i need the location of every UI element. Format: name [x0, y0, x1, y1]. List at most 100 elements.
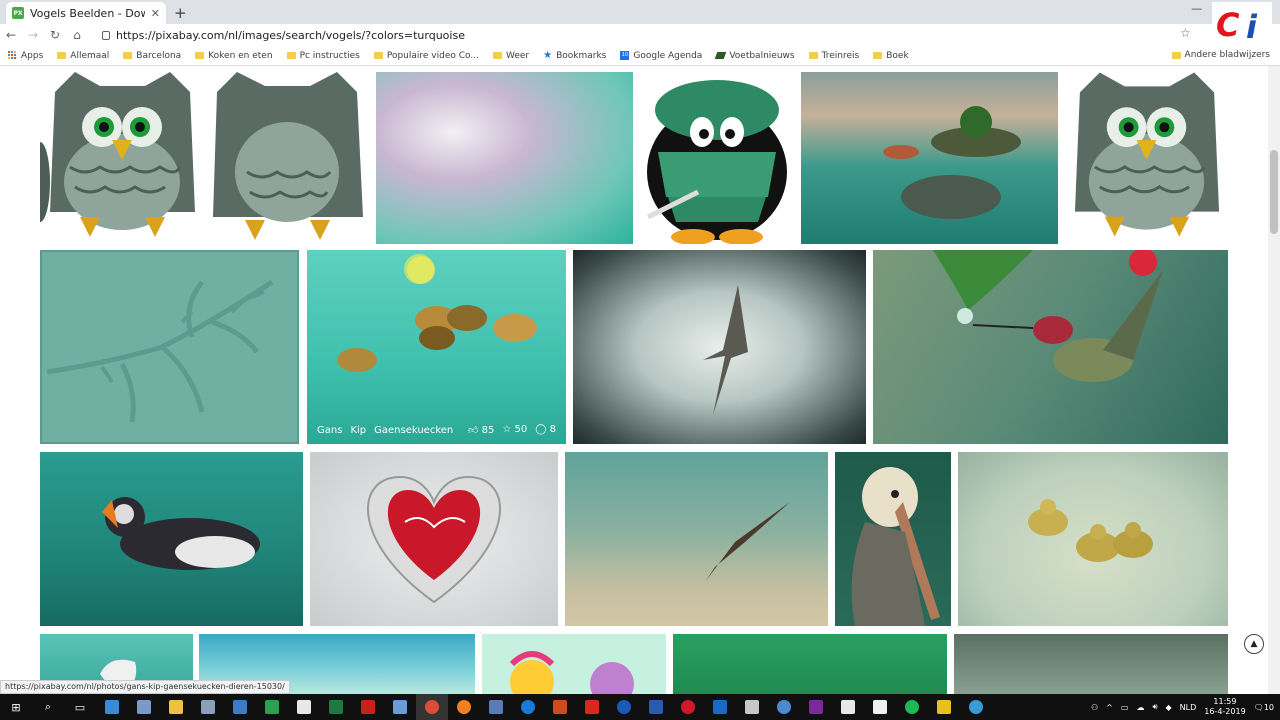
- comment-button[interactable]: ◯ 8: [535, 424, 556, 436]
- camtasia-icon[interactable]: [256, 694, 288, 720]
- page-scrollbar[interactable]: [1268, 66, 1280, 694]
- notification-center[interactable]: 🗨︎10: [1254, 703, 1274, 712]
- bookmark-folder[interactable]: Allemaal: [57, 51, 109, 61]
- scroll-to-top-button[interactable]: ▲: [1244, 634, 1264, 654]
- start-icon[interactable]: ⊞: [0, 694, 32, 720]
- dropbox-icon[interactable]: ◆: [1165, 703, 1171, 712]
- close-tab-icon[interactable]: ✕: [151, 7, 160, 20]
- bookmark-folder[interactable]: Boek: [873, 51, 909, 61]
- explorer-icon[interactable]: [160, 694, 192, 720]
- green-grass-image[interactable]: [673, 634, 947, 694]
- powerpoint-icon[interactable]: [544, 694, 576, 720]
- screen-icon[interactable]: [384, 694, 416, 720]
- favorite-button[interactable]: ☆ 50: [502, 424, 527, 436]
- scrollbar-thumb[interactable]: [1270, 150, 1278, 234]
- search-icon[interactable]: ⌕: [32, 694, 64, 720]
- people-icon[interactable]: ⚇: [1091, 703, 1098, 712]
- reload-icon[interactable]: ↻: [44, 28, 66, 42]
- tag-link[interactable]: Gaensekuecken: [374, 425, 453, 436]
- cloud-icon[interactable]: ☁: [1136, 703, 1144, 712]
- edge-icon[interactable]: [512, 694, 544, 720]
- volume-icon[interactable]: 🔊︎: [1152, 702, 1157, 712]
- owl-front-image-2[interactable]: [1065, 72, 1229, 244]
- bookmark-folder[interactable]: Pc instructies: [286, 51, 360, 61]
- mail-icon[interactable]: [864, 694, 896, 720]
- hummingbird-image[interactable]: [873, 250, 1228, 444]
- apps-grid-icon: [8, 51, 17, 60]
- battery-icon[interactable]: ▭: [1121, 703, 1129, 712]
- bookmark-folder[interactable]: Weer: [492, 51, 529, 61]
- bookmark-folder[interactable]: Koken en eten: [195, 51, 273, 61]
- heart-image[interactable]: [310, 452, 558, 626]
- browser-tab[interactable]: PX Vogels Beelden - Download grati ✕: [6, 2, 166, 24]
- forward-icon[interactable]: →: [22, 28, 44, 42]
- address-bar-row: ← → ↻ ⌂ https://pixabay.com/nl/images/se…: [0, 24, 1280, 46]
- network-app-icon[interactable]: [960, 694, 992, 720]
- penguin-surgeon-image[interactable]: [638, 72, 796, 244]
- new-tab-button[interactable]: +: [174, 4, 187, 22]
- word-icon[interactable]: [640, 694, 672, 720]
- puffin-image[interactable]: [40, 452, 303, 626]
- task-view-icon[interactable]: ▭: [64, 694, 96, 720]
- bookmark-item[interactable]: ★ Bookmarks: [543, 50, 606, 61]
- feather-image[interactable]: [376, 72, 633, 244]
- goslings-image[interactable]: Gans Kip Gaensekuecken 👍︎ 85 ☆ 50 ◯ 8: [307, 250, 566, 444]
- excel-icon[interactable]: [320, 694, 352, 720]
- language-indicator[interactable]: NLD: [1180, 703, 1197, 712]
- back-icon[interactable]: ←: [0, 28, 22, 42]
- bookmark-folder[interactable]: Populaire video Co...: [373, 51, 479, 61]
- pelican-image[interactable]: [835, 452, 951, 626]
- bookmark-folder[interactable]: Treinreis: [808, 51, 859, 61]
- opera-icon[interactable]: [672, 694, 704, 720]
- globe-icon[interactable]: [768, 694, 800, 720]
- bookmark-folder[interactable]: Barcelona: [123, 51, 181, 61]
- deer-forest-image[interactable]: [954, 634, 1228, 694]
- folder-icon: [492, 52, 502, 59]
- app-icon[interactable]: [224, 694, 256, 720]
- turtle-island-image[interactable]: [801, 72, 1058, 244]
- firefox-icon[interactable]: [448, 694, 480, 720]
- home-icon[interactable]: ⌂: [66, 28, 88, 42]
- seagull-image[interactable]: [573, 250, 866, 444]
- url-text[interactable]: https://pixabay.com/nl/images/search/vog…: [116, 29, 465, 42]
- image-stats: 👍︎ 85 ☆ 50 ◯ 8: [468, 424, 556, 436]
- bookmark-star-icon[interactable]: ☆: [1180, 26, 1191, 40]
- onedrive-icon[interactable]: [608, 694, 640, 720]
- owl-back-image[interactable]: [205, 72, 369, 244]
- bookmark-item[interactable]: 10 Google Agenda: [620, 51, 702, 61]
- other-bookmarks[interactable]: Andere bladwijzers: [1171, 50, 1270, 60]
- system-tray: ⚇ ^ ▭ ☁ 🔊︎ ◆ NLD 11:59 16-4-2019 🗨︎10: [1091, 694, 1274, 720]
- tag-link[interactable]: Kip: [350, 425, 366, 436]
- tab-title: Vogels Beelden - Download grati: [30, 6, 145, 20]
- document-icon[interactable]: [128, 694, 160, 720]
- outlook-icon[interactable]: [704, 694, 736, 720]
- comment-icon: ◯: [535, 424, 547, 435]
- settings-app-icon[interactable]: [928, 694, 960, 720]
- chrome-icon[interactable]: [416, 694, 448, 720]
- app-c-icon[interactable]: [576, 694, 608, 720]
- folder-icon: [1171, 51, 1181, 59]
- minimize-icon[interactable]: —: [1191, 2, 1202, 15]
- video-icon[interactable]: [832, 694, 864, 720]
- bookmark-item[interactable]: Voetbalnieuws: [715, 51, 795, 61]
- cartoon-birds-image[interactable]: [482, 634, 666, 694]
- owl-front-image[interactable]: [40, 72, 205, 244]
- tag-link[interactable]: Gans: [317, 425, 342, 436]
- clock[interactable]: 11:59 16-4-2019: [1204, 697, 1245, 717]
- monitor-icon[interactable]: [192, 694, 224, 720]
- like-button[interactable]: 👍︎ 85: [468, 424, 494, 436]
- onenote-icon[interactable]: [800, 694, 832, 720]
- folder-icon: [123, 52, 133, 59]
- eagle-image[interactable]: [565, 452, 828, 626]
- spotify-icon[interactable]: [896, 694, 928, 720]
- store-icon[interactable]: [96, 694, 128, 720]
- acrobat-icon[interactable]: [352, 694, 384, 720]
- chevron-up-icon[interactable]: ^: [1106, 703, 1113, 712]
- ducklings-water-image[interactable]: [958, 452, 1228, 626]
- bookmark-apps[interactable]: Apps: [8, 51, 43, 61]
- notepad-icon[interactable]: [736, 694, 768, 720]
- branch-birds-image[interactable]: [40, 250, 299, 444]
- paint-icon[interactable]: [288, 694, 320, 720]
- snip-icon[interactable]: [480, 694, 512, 720]
- omnibox[interactable]: https://pixabay.com/nl/images/search/vog…: [96, 26, 1196, 44]
